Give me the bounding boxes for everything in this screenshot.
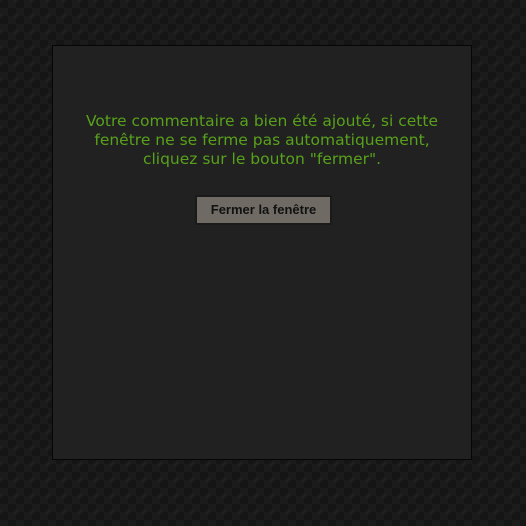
confirmation-panel: Votre commentaire a bien été ajouté, si … xyxy=(52,45,472,460)
close-window-button[interactable]: Fermer la fenêtre xyxy=(195,195,332,225)
confirmation-message: Votre commentaire a bien été ajouté, si … xyxy=(86,112,438,168)
